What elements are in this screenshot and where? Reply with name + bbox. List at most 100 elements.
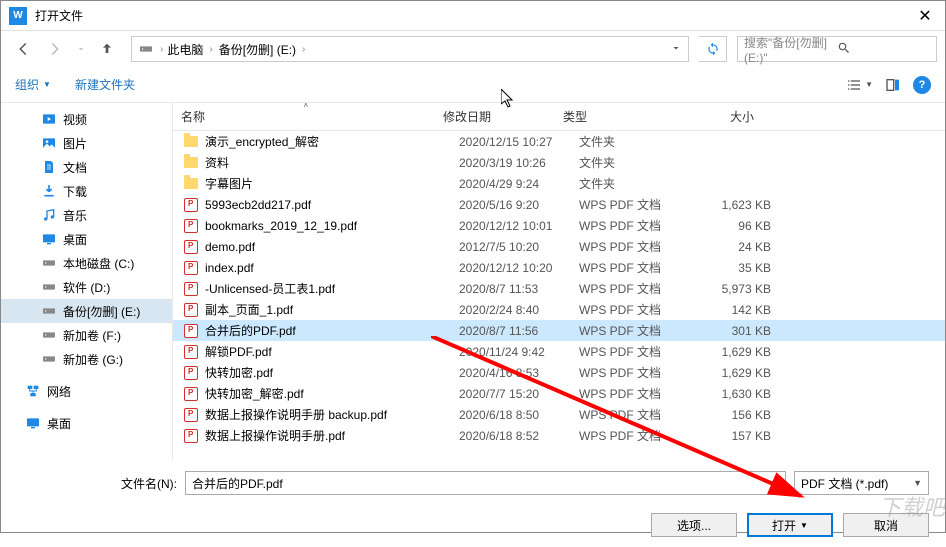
downloads-icon xyxy=(41,183,57,199)
organize-menu[interactable]: 组织▼ xyxy=(15,76,51,93)
file-name: 5993ecb2dd217.pdf xyxy=(205,198,451,212)
sidebar-item[interactable]: 图片 xyxy=(1,131,172,155)
file-date: 2020/11/24 9:42 xyxy=(451,345,571,359)
file-name: bookmarks_2019_12_19.pdf xyxy=(205,219,451,233)
file-row[interactable]: 合并后的PDF.pdf2020/8/7 11:56WPS PDF 文档301 K… xyxy=(173,320,945,341)
recent-dropdown[interactable] xyxy=(73,35,89,63)
chevron-right-icon: › xyxy=(209,44,212,55)
file-row[interactable]: bookmarks_2019_12_19.pdf2020/12/12 10:01… xyxy=(173,215,945,236)
sidebar-item[interactable]: 网络 xyxy=(1,379,172,403)
file-date: 2020/6/18 8:50 xyxy=(451,408,571,422)
file-size: 156 KB xyxy=(691,408,779,422)
file-date: 2020/12/12 10:20 xyxy=(451,261,571,275)
col-size[interactable]: 大小 xyxy=(675,103,763,130)
sidebar-item[interactable]: 本地磁盘 (C:) xyxy=(1,251,172,275)
file-row[interactable]: 数据上报操作说明手册.pdf2020/6/18 8:52WPS PDF 文档15… xyxy=(173,425,945,446)
sidebar-item[interactable]: 新加卷 (G:) xyxy=(1,347,172,371)
help-button[interactable]: ? xyxy=(913,76,931,94)
video-icon xyxy=(41,111,57,127)
file-row[interactable]: -Unlicensed-员工表1.pdf2020/8/7 11:53WPS PD… xyxy=(173,278,945,299)
folder-icon xyxy=(184,178,198,189)
filename-input[interactable]: 合并后的PDF.pdf ▼ xyxy=(185,471,786,495)
file-date: 2020/7/7 15:20 xyxy=(451,387,571,401)
window-title: 打开文件 xyxy=(35,7,905,24)
cancel-button[interactable]: 取消 xyxy=(843,513,929,537)
file-size: 1,630 KB xyxy=(691,387,779,401)
file-row[interactable]: 解锁PDF.pdf2020/11/24 9:42WPS PDF 文档1,629 … xyxy=(173,341,945,362)
sidebar-item[interactable]: 下载 xyxy=(1,179,172,203)
column-header: 名称˄ 修改日期 类型 大小 xyxy=(173,103,945,131)
pdf-icon xyxy=(184,345,198,359)
file-name: 资料 xyxy=(205,154,451,171)
sidebar-item[interactable]: 音乐 xyxy=(1,203,172,227)
pdf-icon xyxy=(184,282,198,296)
open-button[interactable]: 打开▼ xyxy=(747,513,833,537)
file-type: WPS PDF 文档 xyxy=(571,427,691,444)
address-bar[interactable]: › 此电脑 › 备份[勿删] (E:) › xyxy=(131,36,689,62)
file-row[interactable]: 资料2020/3/19 10:26文件夹 xyxy=(173,152,945,173)
chevron-down-icon[interactable]: ▼ xyxy=(913,478,922,488)
search-input[interactable]: 搜索"备份[勿删] (E:)" xyxy=(737,36,937,62)
file-row[interactable]: 快转加密_解密.pdf2020/7/7 15:20WPS PDF 文档1,630… xyxy=(173,383,945,404)
file-size: 5,973 KB xyxy=(691,282,779,296)
view-options-button[interactable]: ▼ xyxy=(846,77,873,93)
crumb-drive[interactable]: 备份[勿删] (E:) xyxy=(215,39,300,60)
sidebar-label: 软件 (D:) xyxy=(63,279,110,296)
sidebar-item[interactable]: 备份[勿删] (E:) xyxy=(1,299,172,323)
file-size: 157 KB xyxy=(691,429,779,443)
music-icon xyxy=(41,207,57,223)
search-icon xyxy=(837,41,930,58)
file-size: 1,623 KB xyxy=(691,198,779,212)
sidebar-item[interactable]: 软件 (D:) xyxy=(1,275,172,299)
file-type: WPS PDF 文档 xyxy=(571,343,691,360)
col-name[interactable]: 名称˄ xyxy=(173,103,435,130)
drive-icon xyxy=(41,255,57,271)
split-caret-icon[interactable]: ▼ xyxy=(800,521,808,530)
toolbar: 组织▼ 新建文件夹 ▼ ? xyxy=(1,67,945,103)
app-icon: W xyxy=(9,7,27,25)
file-row[interactable]: demo.pdf2012/7/5 10:20WPS PDF 文档24 KB xyxy=(173,236,945,257)
file-name: 副本_页面_1.pdf xyxy=(205,301,451,318)
file-size: 301 KB xyxy=(691,324,779,338)
back-button[interactable] xyxy=(9,35,37,63)
col-date[interactable]: 修改日期 xyxy=(435,103,555,130)
file-name: 数据上报操作说明手册 backup.pdf xyxy=(205,406,451,423)
sidebar-item[interactable]: 视频 xyxy=(1,107,172,131)
sidebar-item[interactable]: 新加卷 (F:) xyxy=(1,323,172,347)
preview-pane-button[interactable] xyxy=(885,77,901,93)
file-type: WPS PDF 文档 xyxy=(571,238,691,255)
file-row[interactable]: 5993ecb2dd217.pdf2020/5/16 9:20WPS PDF 文… xyxy=(173,194,945,215)
sidebar-item[interactable]: 桌面 xyxy=(1,227,172,251)
options-button[interactable]: 选项... xyxy=(651,513,737,537)
file-size: 96 KB xyxy=(691,219,779,233)
filename-label: 文件名(N): xyxy=(17,475,177,492)
close-button[interactable]: ✕ xyxy=(905,1,945,31)
up-button[interactable] xyxy=(93,35,121,63)
file-date: 2020/6/18 8:52 xyxy=(451,429,571,443)
file-row[interactable]: 字幕图片2020/4/29 9:24文件夹 xyxy=(173,173,945,194)
crumb-thispc[interactable]: 此电脑 xyxy=(163,39,207,60)
file-row[interactable]: 副本_页面_1.pdf2020/2/24 8:40WPS PDF 文档142 K… xyxy=(173,299,945,320)
chevron-down-icon[interactable]: ▼ xyxy=(770,478,779,488)
refresh-button[interactable] xyxy=(699,36,727,62)
col-type[interactable]: 类型 xyxy=(555,103,675,130)
file-name: index.pdf xyxy=(205,261,451,275)
file-row[interactable]: 演示_encrypted_解密2020/12/15 10:27文件夹 xyxy=(173,131,945,152)
network-icon xyxy=(25,383,41,399)
file-name: 快转加密_解密.pdf xyxy=(205,385,451,402)
sidebar-label: 新加卷 (G:) xyxy=(63,351,123,368)
file-row[interactable]: 数据上报操作说明手册 backup.pdf2020/6/18 8:50WPS P… xyxy=(173,404,945,425)
pdf-icon xyxy=(184,198,198,212)
sidebar-item[interactable]: 桌面 xyxy=(1,411,172,435)
file-row[interactable]: 快转加密.pdf2020/4/16 8:53WPS PDF 文档1,629 KB xyxy=(173,362,945,383)
footer: 文件名(N): 合并后的PDF.pdf ▼ PDF 文档 (*.pdf) ▼ 选… xyxy=(1,461,945,547)
breadcrumb: 此电脑 › 备份[勿删] (E:) › xyxy=(163,39,670,60)
title-bar: W 打开文件 ✕ xyxy=(1,1,945,31)
file-row[interactable]: index.pdf2020/12/12 10:20WPS PDF 文档35 KB xyxy=(173,257,945,278)
forward-button[interactable] xyxy=(41,35,69,63)
new-folder-button[interactable]: 新建文件夹 xyxy=(75,76,135,93)
file-type-filter[interactable]: PDF 文档 (*.pdf) ▼ xyxy=(794,471,929,495)
address-dropdown[interactable] xyxy=(670,42,682,57)
file-name: -Unlicensed-员工表1.pdf xyxy=(205,280,451,297)
sidebar-item[interactable]: 文档 xyxy=(1,155,172,179)
